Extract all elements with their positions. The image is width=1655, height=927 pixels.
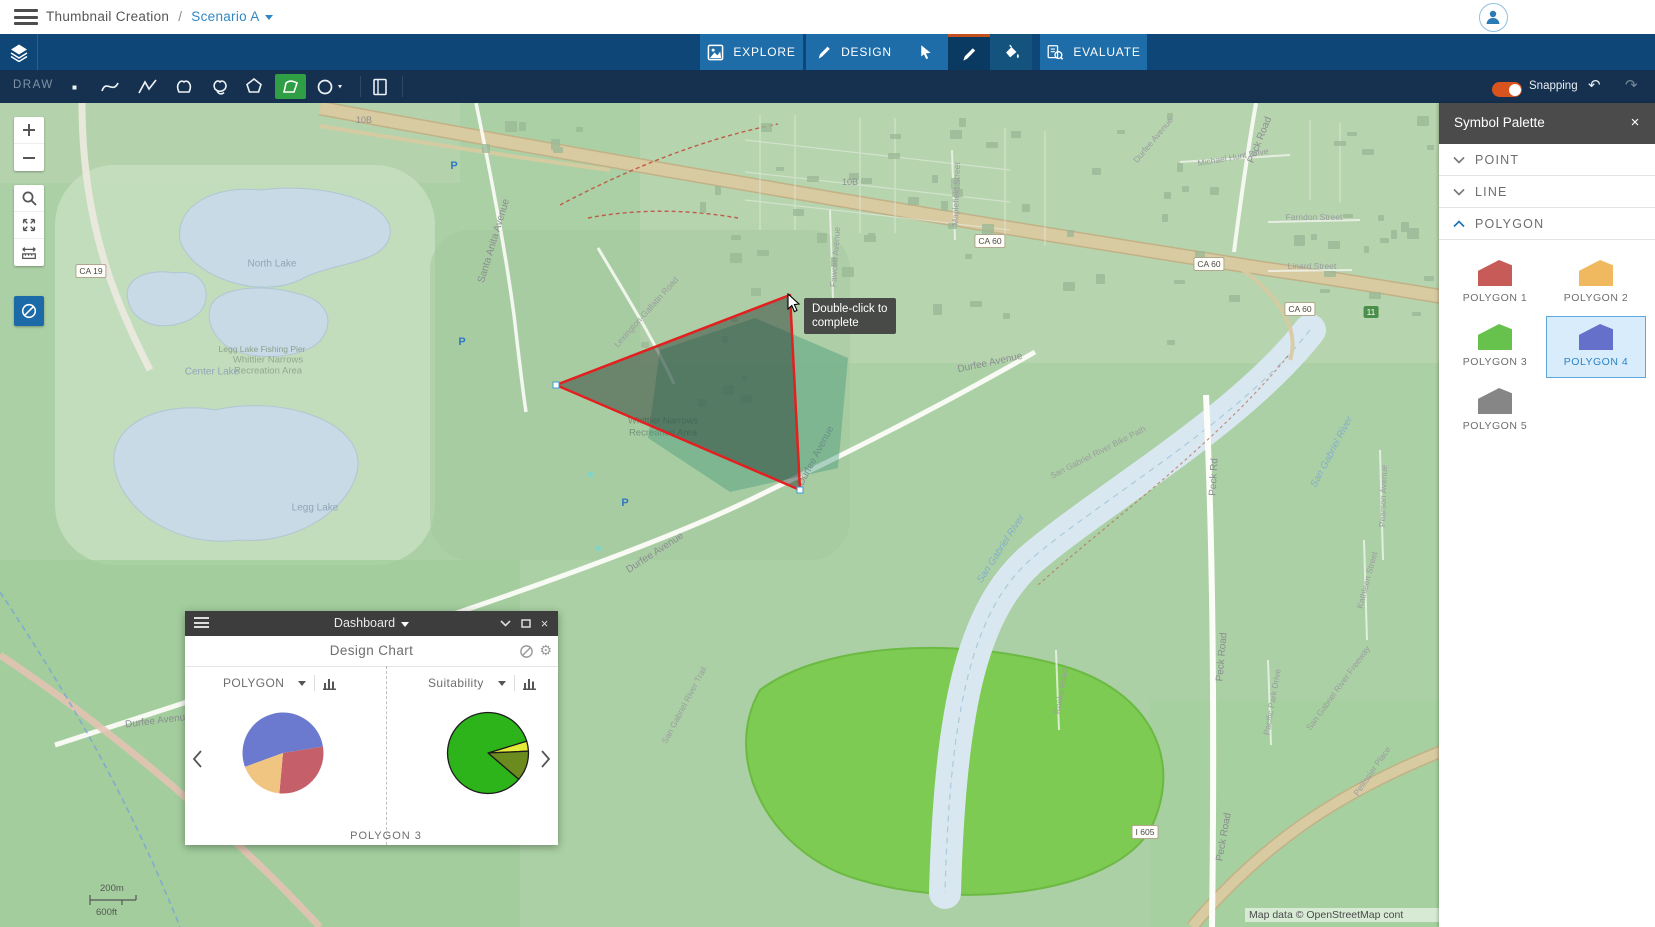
swatch-polygon-3[interactable]: POLYGON 3 xyxy=(1445,316,1545,378)
redo-button[interactable]: ↷ xyxy=(1625,77,1638,95)
user-icon xyxy=(1480,4,1506,30)
tab-explore-label: EXPLORE xyxy=(733,45,795,59)
chart-divider xyxy=(386,666,387,845)
zoom-in-button[interactable] xyxy=(14,117,44,144)
close-icon[interactable]: × xyxy=(1625,113,1645,133)
design-chart-title: Design Chart xyxy=(185,643,558,658)
gear-icon[interactable]: ⚙ xyxy=(539,642,552,659)
tab-evaluate[interactable]: EVALUATE xyxy=(1040,34,1147,70)
search-button[interactable] xyxy=(14,185,44,212)
draw-pencil-tool-button[interactable] xyxy=(948,34,990,70)
draw-tooltip: Double-click tocomplete xyxy=(804,298,896,334)
select-arrow-icon xyxy=(917,43,934,61)
pencil-icon xyxy=(961,45,978,62)
tab-design[interactable]: DESIGN xyxy=(806,34,902,70)
polyline-tool[interactable] xyxy=(135,74,161,99)
chevron-up-icon xyxy=(1453,215,1465,233)
point-tool[interactable] xyxy=(61,74,87,99)
select-tool-button[interactable] xyxy=(902,34,948,70)
polygon-pie-chart[interactable] xyxy=(237,707,329,804)
tab-evaluate-label: EVALUATE xyxy=(1073,45,1140,59)
collapse-button[interactable] xyxy=(497,615,514,632)
map-attribution: Map data © OpenStreetMap cont xyxy=(1245,908,1439,922)
symbol-palette-panel: Symbol Palette × POINT LINE POLYGON POLY… xyxy=(1439,103,1655,927)
zoom-control xyxy=(14,117,44,171)
chevron-down-icon xyxy=(298,681,306,686)
dashboard-titlebar[interactable]: Dashboard × xyxy=(185,611,558,636)
mode-navbar: EXPLORE DESIGN EVALUATE xyxy=(0,34,1655,70)
dashboard-toggle-button[interactable] xyxy=(14,296,44,326)
dashboard-window: Dashboard × Design Chart ⚙ POLYGON Suita… xyxy=(185,611,558,845)
chevron-down-icon xyxy=(1453,151,1465,169)
swatch-polygon-2[interactable]: POLYGON 2 xyxy=(1546,252,1646,314)
extent-button[interactable] xyxy=(14,212,44,239)
zoom-out-button[interactable] xyxy=(14,144,44,171)
swatch-polygon-5[interactable]: POLYGON 5 xyxy=(1445,380,1545,442)
scale-bar: 200m 600ft xyxy=(86,883,156,918)
swatch-polygon-4[interactable]: POLYGON 4 xyxy=(1546,316,1646,378)
section-polygon[interactable]: POLYGON xyxy=(1439,208,1655,240)
bar-chart-icon[interactable] xyxy=(523,677,537,690)
breadcrumb: Thumbnail Creation/Scenario A xyxy=(46,9,273,24)
scale-metric: 200m xyxy=(100,883,156,894)
symbol-palette-title: Symbol Palette xyxy=(1454,115,1545,130)
basemap-tool[interactable] xyxy=(367,74,393,99)
fill-tool-button[interactable] xyxy=(990,34,1032,70)
mouse-cursor xyxy=(786,293,806,315)
scale-imperial: 600ft xyxy=(96,907,156,918)
explore-icon xyxy=(707,44,724,61)
layers-icon xyxy=(9,42,29,62)
dashboard-title: Dashboard xyxy=(334,616,395,630)
breadcrumb-root[interactable]: Thumbnail Creation xyxy=(46,9,169,24)
breadcrumb-scenario[interactable]: Scenario A xyxy=(191,9,259,24)
top-header: Thumbnail Creation/Scenario A xyxy=(0,0,1655,34)
app-window: Thumbnail Creation/Scenario A EXPLORE DE… xyxy=(0,0,1655,927)
swatch-polygon-1[interactable]: POLYGON 1 xyxy=(1445,252,1545,314)
chevron-down-icon xyxy=(265,15,273,20)
close-button[interactable]: × xyxy=(536,615,553,632)
carousel-next-button[interactable] xyxy=(540,749,552,774)
left-chart-selector[interactable]: POLYGON xyxy=(223,669,337,697)
bar-chart-icon[interactable] xyxy=(323,677,337,690)
right-chart-selector[interactable]: Suitability xyxy=(428,669,537,697)
polygon-tool[interactable] xyxy=(241,74,267,99)
section-line[interactable]: LINE xyxy=(1439,176,1655,208)
draw-toolbar: DRAW Snapping ↶ ↷ xyxy=(0,70,1655,103)
section-point[interactable]: POINT xyxy=(1439,144,1655,176)
map-tools xyxy=(14,185,44,266)
design-pencil-icon xyxy=(816,44,832,60)
maximize-button[interactable] xyxy=(517,615,534,632)
paint-bucket-icon xyxy=(1002,43,1021,61)
visibility-off-icon[interactable] xyxy=(519,644,534,664)
suitability-pie-chart[interactable] xyxy=(442,707,534,804)
draw-toolbar-label: DRAW xyxy=(13,79,54,91)
chevron-down-icon xyxy=(1453,183,1465,201)
dashboard-subheader: Design Chart ⚙ xyxy=(185,636,558,667)
curve-tool[interactable] xyxy=(97,74,123,99)
user-avatar[interactable] xyxy=(1479,3,1508,32)
layers-button[interactable] xyxy=(0,34,38,70)
autocomplete-polygon-tool[interactable] xyxy=(275,74,306,99)
main-menu-icon[interactable] xyxy=(14,9,38,25)
swatch-grid: POLYGON 1 POLYGON 2 POLYGON 3 POLYGON 4 … xyxy=(1445,252,1649,444)
snapping-label: Snapping xyxy=(1529,80,1578,92)
tab-explore[interactable]: EXPLORE xyxy=(700,34,803,70)
circle-tool[interactable] xyxy=(313,74,347,99)
toolbar-separator xyxy=(360,76,361,97)
carousel-page-label: POLYGON 3 xyxy=(306,830,466,842)
chevron-down-icon[interactable] xyxy=(401,622,409,627)
snapping-toggle[interactable] xyxy=(1492,82,1522,97)
freehand-polygon-tool[interactable] xyxy=(171,74,197,99)
toolbar-separator xyxy=(402,76,403,97)
symbol-palette-header: Symbol Palette × xyxy=(1439,103,1655,144)
chevron-down-icon xyxy=(498,681,506,686)
carousel-prev-button[interactable] xyxy=(191,749,203,774)
map-viewport[interactable]: North LakeLegg Lake Fishing PierWhittier… xyxy=(0,103,1655,927)
evaluate-icon xyxy=(1046,44,1064,61)
measure-button[interactable] xyxy=(14,239,44,266)
tab-design-label: DESIGN xyxy=(841,45,892,59)
undo-button[interactable]: ↶ xyxy=(1588,77,1601,95)
lasso-tool[interactable] xyxy=(207,74,233,99)
